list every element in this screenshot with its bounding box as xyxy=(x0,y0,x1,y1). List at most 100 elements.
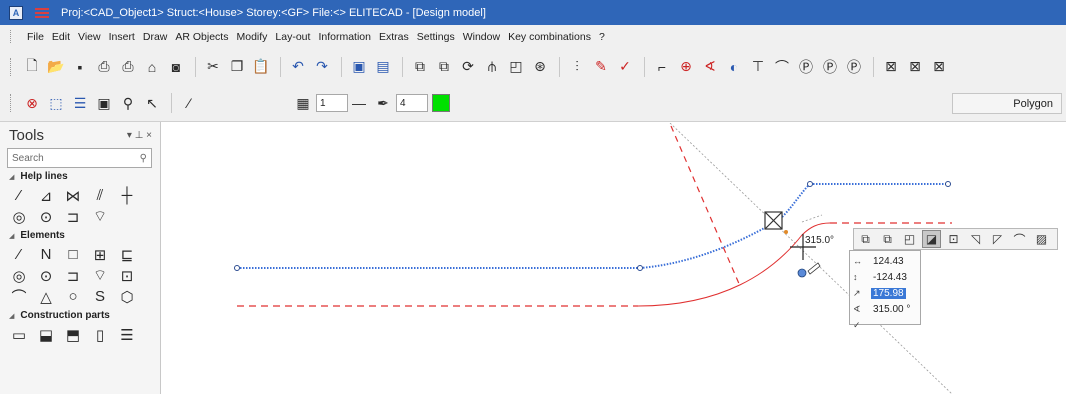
panel-controls[interactable]: ▾ ⊥ × xyxy=(127,130,152,141)
search-icon[interactable]: ⚲ xyxy=(140,153,147,164)
move-object-icon[interactable]: ⧉ xyxy=(433,56,455,78)
coord-angle-row[interactable]: ∢ 315.00 ° xyxy=(853,301,920,317)
menu-window[interactable]: Window xyxy=(459,31,504,43)
paste-icon[interactable]: 📋 xyxy=(250,56,272,78)
column-tool-icon[interactable]: ▯ xyxy=(89,325,111,345)
coord-dy-value[interactable]: -124.43 xyxy=(873,272,907,283)
height-dim-icon[interactable]: ⊤ xyxy=(747,56,769,78)
radius-dim-icon[interactable]: ◐ xyxy=(723,56,745,78)
snap-intersect-icon[interactable]: ⊡ xyxy=(944,230,963,248)
layer-off-icon[interactable]: ⊠ xyxy=(904,56,926,78)
copy-object-icon[interactable]: ⧉ xyxy=(409,56,431,78)
print-preview-icon[interactable]: ⎙ xyxy=(117,56,139,78)
step-tool-icon[interactable]: ⊑ xyxy=(116,245,138,265)
menu-information[interactable]: Information xyxy=(314,31,375,43)
snap-corner-icon[interactable]: ◰ xyxy=(900,230,919,248)
line-style-icon[interactable]: — xyxy=(348,92,370,114)
wall-tool-icon[interactable]: ▭ xyxy=(8,325,30,345)
menu-edit[interactable]: Edit xyxy=(48,31,74,43)
angle-help-line-icon[interactable]: ⊿ xyxy=(35,186,57,206)
section-construction-parts[interactable]: ◢ Construction parts xyxy=(0,307,160,324)
rectangle-tool-icon[interactable]: □ xyxy=(62,245,84,265)
help-line-icon[interactable]: ⁄ xyxy=(178,92,200,114)
circle-tool-icon[interactable]: ◎ xyxy=(8,266,30,286)
menu-extras[interactable]: Extras xyxy=(375,31,413,43)
polyline-tool-icon[interactable]: N xyxy=(35,245,57,265)
menu-view[interactable]: View xyxy=(74,31,105,43)
menu-layout[interactable]: Lay-out xyxy=(271,31,314,43)
roof-tool-icon[interactable]: ⬒ xyxy=(62,325,84,345)
snap-chamfer-icon[interactable]: ◹ xyxy=(966,230,985,248)
menu-help[interactable]: ? xyxy=(595,31,609,43)
section-elements[interactable]: ◢ Elements xyxy=(0,227,160,244)
checkmark-icon[interactable]: ✓ xyxy=(853,320,867,331)
slab-tool-icon[interactable]: ⬓ xyxy=(35,325,57,345)
menu-settings[interactable]: Settings xyxy=(413,31,459,43)
cross-help-line-icon[interactable]: ┼ xyxy=(116,186,138,206)
cut-icon[interactable]: ✂ xyxy=(202,56,224,78)
open-file-icon[interactable]: 📂 xyxy=(45,56,67,78)
curve-tool-icon[interactable]: ⌒ xyxy=(8,287,30,307)
ellipse-tool-icon[interactable]: ○ xyxy=(62,287,84,307)
color-number-field[interactable]: 4 xyxy=(396,94,428,112)
coord-angle-value[interactable]: 315.00 ° xyxy=(873,304,910,315)
angle-dim-icon[interactable]: ∢ xyxy=(699,56,721,78)
print-icon[interactable]: ⎙ xyxy=(93,56,115,78)
center-circle-tool-icon[interactable]: ⊙ xyxy=(35,266,57,286)
polygon-tool-icon[interactable]: ⬡ xyxy=(116,287,138,307)
help-line-tool-icon[interactable]: ⁄ xyxy=(8,186,30,206)
grid-tool-icon[interactable]: ⊞ xyxy=(89,245,111,265)
center-circle-icon[interactable]: ⊙ xyxy=(35,207,57,227)
extend-icon[interactable]: ✓ xyxy=(614,56,636,78)
snap-midpoint-icon[interactable]: ⧉ xyxy=(878,230,897,248)
leader-icon[interactable]: ⌐ xyxy=(651,56,673,78)
menu-modify[interactable]: Modify xyxy=(232,31,271,43)
menu-key-combinations[interactable]: Key combinations xyxy=(504,31,595,43)
hamburger-icon[interactable] xyxy=(35,7,49,18)
app-logo-icon[interactable]: A xyxy=(9,5,23,20)
bisector-icon[interactable]: ⋈ xyxy=(62,186,84,206)
tools-search-input[interactable]: Search ⚲ xyxy=(7,148,152,168)
arc-tool-icon[interactable]: ⊐ xyxy=(62,266,84,286)
stair-tool-icon[interactable]: ☰ xyxy=(116,325,138,345)
3d-dim-icon[interactable]: Ⓟ xyxy=(795,56,817,78)
confirm-row[interactable]: ✓ xyxy=(853,317,920,333)
drawing-canvas[interactable] xyxy=(162,123,1066,394)
stretch-icon[interactable]: ⊛ xyxy=(529,56,551,78)
fillet-tool-icon[interactable]: ⊡ xyxy=(116,266,138,286)
select-icon[interactable]: ⬚ xyxy=(45,92,67,114)
undo-icon[interactable]: ↶ xyxy=(287,56,309,78)
x-dim-icon[interactable]: Ⓟ xyxy=(843,56,865,78)
spline-tool-icon[interactable]: S xyxy=(89,287,111,307)
dimension-icon[interactable]: ⊕ xyxy=(675,56,697,78)
text-dim-icon[interactable]: Ⓟ xyxy=(819,56,841,78)
menu-draw[interactable]: Draw xyxy=(139,31,172,43)
filter-icon[interactable]: ⚲ xyxy=(117,92,139,114)
mode-indicator[interactable]: Polygon xyxy=(952,93,1062,114)
arc-help-icon[interactable]: ⊐ xyxy=(62,207,84,227)
zoom-all-icon[interactable]: ▤ xyxy=(372,56,394,78)
coord-length-row[interactable]: ↗ 175.98 xyxy=(853,285,920,301)
rotate-icon[interactable]: ⟳ xyxy=(457,56,479,78)
parallel-help-line-icon[interactable]: ⫽ xyxy=(89,186,111,206)
pen-icon[interactable]: ✒ xyxy=(372,92,394,114)
pen-number-field[interactable]: 1 xyxy=(316,94,348,112)
coord-dx-value[interactable]: 124.43 xyxy=(873,256,904,267)
trim-icon[interactable]: ✎ xyxy=(590,56,612,78)
menubar-grip[interactable] xyxy=(10,30,13,43)
color-swatch[interactable] xyxy=(432,94,450,112)
layers-icon[interactable]: ☰ xyxy=(69,92,91,114)
snap-endpoint-icon[interactable]: ⧉ xyxy=(856,230,875,248)
circle-help-icon[interactable]: ◎ xyxy=(8,207,30,227)
mirror-icon[interactable]: ⫛ xyxy=(481,56,503,78)
snap-arc-icon[interactable]: ⌒ xyxy=(1010,230,1029,248)
coord-length-value[interactable]: 175.98 xyxy=(871,287,906,299)
snap-point-icon[interactable]: ↖ xyxy=(141,92,163,114)
layer-icon[interactable]: ⊠ xyxy=(880,56,902,78)
export-icon[interactable]: ◙ xyxy=(165,56,187,78)
scale-icon[interactable]: ◰ xyxy=(505,56,527,78)
copy-icon[interactable]: ❐ xyxy=(226,56,248,78)
triangle-tool-icon[interactable]: △ xyxy=(35,287,57,307)
plot-icon[interactable]: ⌂ xyxy=(141,56,163,78)
snap-bevel-icon[interactable]: ◸ xyxy=(988,230,1007,248)
